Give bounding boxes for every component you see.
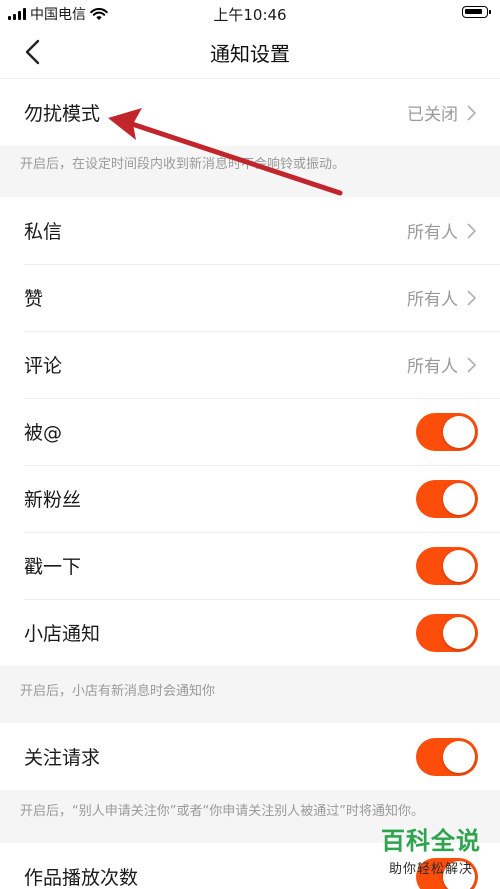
row-value: 所有人: [407, 357, 458, 377]
row-poke: 戳一下: [0, 532, 500, 599]
back-button[interactable]: [18, 36, 50, 68]
row-private-message[interactable]: 私信 所有人: [0, 197, 500, 264]
row-label: 赞: [24, 288, 44, 310]
notification-settings-screen: 中国电信 上午10:46 通知设置 勿扰模式 已关闭 开启后，在设定时间段内收到…: [0, 0, 500, 889]
row-comments[interactable]: 评论 所有人: [0, 331, 500, 398]
dnd-value: 已关闭: [407, 105, 458, 125]
battery-icon: [462, 6, 491, 18]
notification-list: 私信 所有人 赞 所有人 评论 所有人 被@ 新粉丝 戳一下 小店通知: [0, 197, 500, 666]
dnd-note: 开启后，在设定时间段内收到新消息时不会响铃或振动。: [20, 157, 346, 172]
row-label: 私信: [24, 221, 63, 243]
row-shop-notification: 小店通知: [0, 599, 500, 666]
chevron-right-icon: [467, 357, 476, 373]
shop-note: 开启后，小店有新消息时会通知你: [20, 684, 216, 699]
toggle-knob: [443, 416, 475, 448]
nav-bar: 通知设置: [0, 26, 500, 79]
dnd-section: 勿扰模式 已关闭: [0, 79, 500, 146]
chevron-right-icon: [467, 105, 476, 121]
dnd-label: 勿扰模式: [24, 103, 101, 125]
watermark-logo: 百科全说 助你轻松解决: [376, 821, 486, 877]
dnd-row[interactable]: 勿扰模式 已关闭: [0, 79, 500, 146]
status-time: 上午10:46: [213, 6, 287, 24]
row-label: 评论: [24, 355, 63, 377]
follow-note: 开启后，“别人申请关注你”或者“你申请关注别人被通过”时将通知你。: [20, 804, 424, 819]
row-label: 戳一下: [24, 556, 82, 578]
toggle-knob: [443, 550, 475, 582]
chevron-right-icon: [467, 290, 476, 306]
follow-requests-toggle[interactable]: [416, 738, 478, 776]
poke-toggle[interactable]: [416, 547, 478, 585]
page-title: 通知设置: [210, 42, 290, 66]
watermark-title: 百科全说: [381, 827, 481, 855]
row-label: 新粉丝: [24, 489, 82, 511]
row-follow-requests: 关注请求: [0, 723, 500, 790]
row-new-followers: 新粉丝: [0, 465, 500, 532]
watermark-subtitle: 助你轻松解决: [388, 862, 473, 877]
mentions-toggle[interactable]: [416, 413, 478, 451]
row-value: 所有人: [407, 290, 458, 310]
toggle-knob: [443, 483, 475, 515]
row-label: 被@: [24, 422, 63, 444]
toggle-knob: [443, 741, 475, 773]
chevron-right-icon: [467, 223, 476, 239]
row-label: 关注请求: [24, 747, 101, 769]
new-followers-toggle[interactable]: [416, 480, 478, 518]
follow-section: 关注请求: [0, 723, 500, 790]
row-label: 作品播放次数: [24, 867, 139, 889]
row-mentions: 被@: [0, 398, 500, 465]
toggle-knob: [443, 617, 475, 649]
row-label: 小店通知: [24, 623, 101, 645]
shop-notification-toggle[interactable]: [416, 614, 478, 652]
row-value: 所有人: [407, 223, 458, 243]
status-bar: 中国电信 上午10:46: [0, 0, 500, 26]
row-likes[interactable]: 赞 所有人: [0, 264, 500, 331]
